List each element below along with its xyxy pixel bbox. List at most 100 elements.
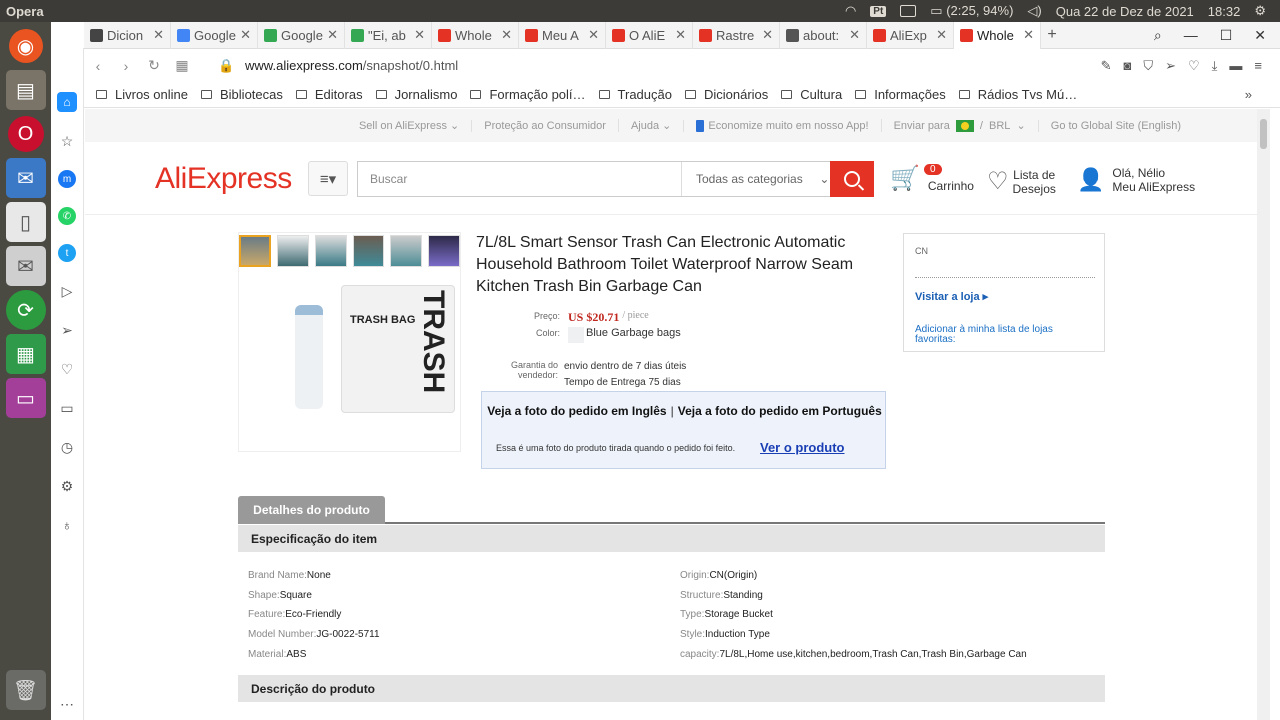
url-field[interactable]: 🔒 www.aliexpress.com/snapshot/0.html bbox=[218, 58, 458, 74]
page-scrollbar[interactable] bbox=[1257, 109, 1270, 720]
power-gear-icon[interactable]: ⚙ bbox=[1254, 3, 1266, 19]
os-time[interactable]: 18:32 bbox=[1208, 4, 1241, 19]
tiles-icon[interactable]: ▦ bbox=[168, 57, 196, 74]
add-store-favorites-link[interactable]: Adicionar à minha lista de lojas favorit… bbox=[915, 325, 1095, 345]
snapshot-portuguese-link[interactable]: Veja a foto do pedido em Português bbox=[678, 404, 882, 418]
browser-tab[interactable]: Google ✕ bbox=[171, 21, 258, 49]
product-thumbnail[interactable] bbox=[428, 235, 460, 267]
edit-icon[interactable]: ✎ bbox=[1101, 58, 1112, 74]
bookmark-folder[interactable]: Rádios Tvs Mú… bbox=[958, 87, 1077, 102]
category-select[interactable]: Todas as categorias ⌄ bbox=[681, 162, 831, 196]
scrollbar-thumb[interactable] bbox=[1260, 119, 1267, 149]
messenger-icon[interactable]: m bbox=[58, 170, 76, 188]
bookmark-folder[interactable]: Informações bbox=[855, 87, 946, 102]
wifi-icon[interactable]: ◠ bbox=[845, 3, 856, 19]
send-icon[interactable]: ➢ bbox=[57, 320, 77, 340]
browser-tab[interactable]: about: ✕ bbox=[780, 21, 867, 49]
help-link[interactable]: Ajuda ⌄ bbox=[617, 119, 683, 132]
browser-tab[interactable]: Whole ✕ bbox=[432, 21, 519, 49]
battery-saver-icon[interactable]: ▬ bbox=[1229, 58, 1242, 74]
product-thumbnail[interactable] bbox=[352, 235, 385, 267]
view-product-link[interactable]: Ver o produto bbox=[760, 440, 845, 455]
heart-icon[interactable]: ♡ bbox=[1188, 58, 1200, 74]
text-editor-icon[interactable]: ▯ bbox=[5, 202, 46, 242]
protection-link[interactable]: Proteção ao Consumidor bbox=[471, 119, 618, 132]
global-site-link[interactable]: Go to Global Site (English) bbox=[1037, 119, 1193, 132]
download-icon[interactable]: ⤓ bbox=[1212, 58, 1218, 74]
spreadsheet-icon[interactable]: ▦ bbox=[5, 334, 46, 374]
browser-tab[interactable]: Meu A ✕ bbox=[519, 21, 606, 49]
battery-status[interactable]: ▭ (2:25, 94%) bbox=[930, 3, 1013, 19]
browser-tab[interactable]: Whole ✕ bbox=[954, 21, 1041, 49]
heart-icon[interactable]: ♡ bbox=[57, 359, 77, 379]
keyboard-layout-indicator[interactable]: Pt bbox=[870, 5, 887, 17]
close-tab-icon[interactable]: ✕ bbox=[936, 27, 947, 43]
close-tab-icon[interactable]: ✕ bbox=[501, 27, 512, 43]
wishlist-link[interactable]: ♡ Lista de Desejos bbox=[987, 167, 1056, 196]
close-tab-icon[interactable]: ✕ bbox=[849, 27, 860, 43]
close-tab-icon[interactable]: ✕ bbox=[153, 27, 164, 43]
email-icon[interactable]: ✉ bbox=[5, 246, 46, 286]
send-icon[interactable]: ➢ bbox=[1165, 58, 1176, 74]
bookmark-folder[interactable]: Editoras bbox=[295, 87, 363, 102]
search-input[interactable] bbox=[358, 162, 680, 196]
new-tab-button[interactable]: + bbox=[1041, 26, 1063, 44]
app-link[interactable]: Economize muito em nosso App! bbox=[683, 119, 880, 132]
tab-search-icon[interactable]: ⌕ bbox=[1154, 27, 1162, 44]
tabs-icon[interactable]: ▭ bbox=[57, 398, 77, 418]
menu-icon[interactable]: ≡ bbox=[1254, 58, 1262, 74]
close-window-icon[interactable]: ✕ bbox=[1254, 27, 1266, 44]
cart-link[interactable]: 🛒 0 Carrinho bbox=[890, 164, 974, 193]
sync-icon[interactable]: ⟳ bbox=[5, 290, 46, 330]
history-icon[interactable]: ◷ bbox=[57, 437, 77, 457]
player-icon[interactable]: ▷ bbox=[57, 281, 77, 301]
opera-browser-icon[interactable]: O bbox=[7, 116, 44, 152]
volume-icon[interactable]: ◁) bbox=[1027, 3, 1041, 19]
maximize-icon[interactable]: ☐ bbox=[1220, 27, 1233, 44]
browser-tab[interactable]: Google ✕ bbox=[258, 21, 345, 49]
sell-link[interactable]: Sell on AliExpress ⌄ bbox=[347, 119, 471, 133]
browser-tab[interactable]: Dicion ✕ bbox=[84, 21, 171, 49]
browser-tab[interactable]: O AliE ✕ bbox=[606, 21, 693, 49]
trash-icon[interactable]: 🗑 bbox=[5, 670, 46, 710]
close-tab-icon[interactable]: ✕ bbox=[327, 27, 338, 43]
categories-menu-button[interactable]: ≡▾ bbox=[308, 161, 348, 196]
product-thumbnail[interactable] bbox=[390, 235, 423, 267]
home-icon[interactable]: ⌂ bbox=[57, 92, 77, 112]
bookmark-folder[interactable]: Formação polí… bbox=[470, 87, 586, 102]
search-button[interactable] bbox=[830, 161, 874, 197]
lightbulb-icon[interactable]: ♁ bbox=[57, 515, 77, 535]
minimize-icon[interactable]: — bbox=[1184, 27, 1198, 43]
product-thumbnail[interactable] bbox=[276, 235, 309, 267]
settings-icon[interactable]: ⚙ bbox=[57, 476, 77, 496]
bookmark-folder[interactable]: Jornalismo bbox=[375, 87, 457, 102]
bookmark-folder[interactable]: Tradução bbox=[598, 87, 672, 102]
product-thumbnail[interactable] bbox=[314, 235, 347, 267]
close-tab-icon[interactable]: ✕ bbox=[588, 27, 599, 43]
account-link[interactable]: 👤 Olá, Nélio Meu AliExpress bbox=[1077, 166, 1195, 194]
bookmark-folder[interactable]: Bibliotecas bbox=[201, 87, 283, 102]
close-tab-icon[interactable]: ✕ bbox=[1023, 27, 1034, 43]
files-icon[interactable]: ▤ bbox=[5, 70, 46, 110]
more-icon[interactable]: ⋯ bbox=[57, 694, 77, 714]
twitter-icon[interactable]: t bbox=[58, 244, 76, 262]
ship-to-selector[interactable]: Enviar para / BRL ⌄ bbox=[880, 119, 1038, 132]
bookmarks-overflow-icon[interactable]: » bbox=[1245, 87, 1280, 102]
mail-client-icon[interactable]: ✉ bbox=[5, 158, 46, 198]
product-thumbnail[interactable] bbox=[239, 235, 271, 267]
forward-icon[interactable]: › bbox=[112, 58, 140, 74]
close-tab-icon[interactable]: ✕ bbox=[414, 27, 425, 43]
browser-tab[interactable]: Rastre ✕ bbox=[693, 21, 780, 49]
visit-store-link[interactable]: Visitar a loja ▸ bbox=[915, 290, 988, 303]
bookmark-star-icon[interactable]: ☆ bbox=[57, 131, 77, 151]
aliexpress-logo[interactable]: AliExpress bbox=[155, 162, 292, 196]
camera-icon[interactable]: ◙ bbox=[1123, 58, 1131, 74]
reload-icon[interactable]: ↻ bbox=[140, 57, 168, 74]
close-tab-icon[interactable]: ✕ bbox=[240, 27, 251, 43]
bookmark-folder[interactable]: Cultura bbox=[781, 87, 842, 102]
shield-icon[interactable]: ⛉ bbox=[1143, 58, 1153, 74]
ubuntu-dash-icon[interactable]: ◉ bbox=[8, 29, 43, 63]
bookmark-folder[interactable]: Dicionários bbox=[684, 87, 768, 102]
whatsapp-icon[interactable]: ✆ bbox=[58, 207, 76, 225]
browser-tab[interactable]: AliExp ✕ bbox=[867, 21, 954, 49]
